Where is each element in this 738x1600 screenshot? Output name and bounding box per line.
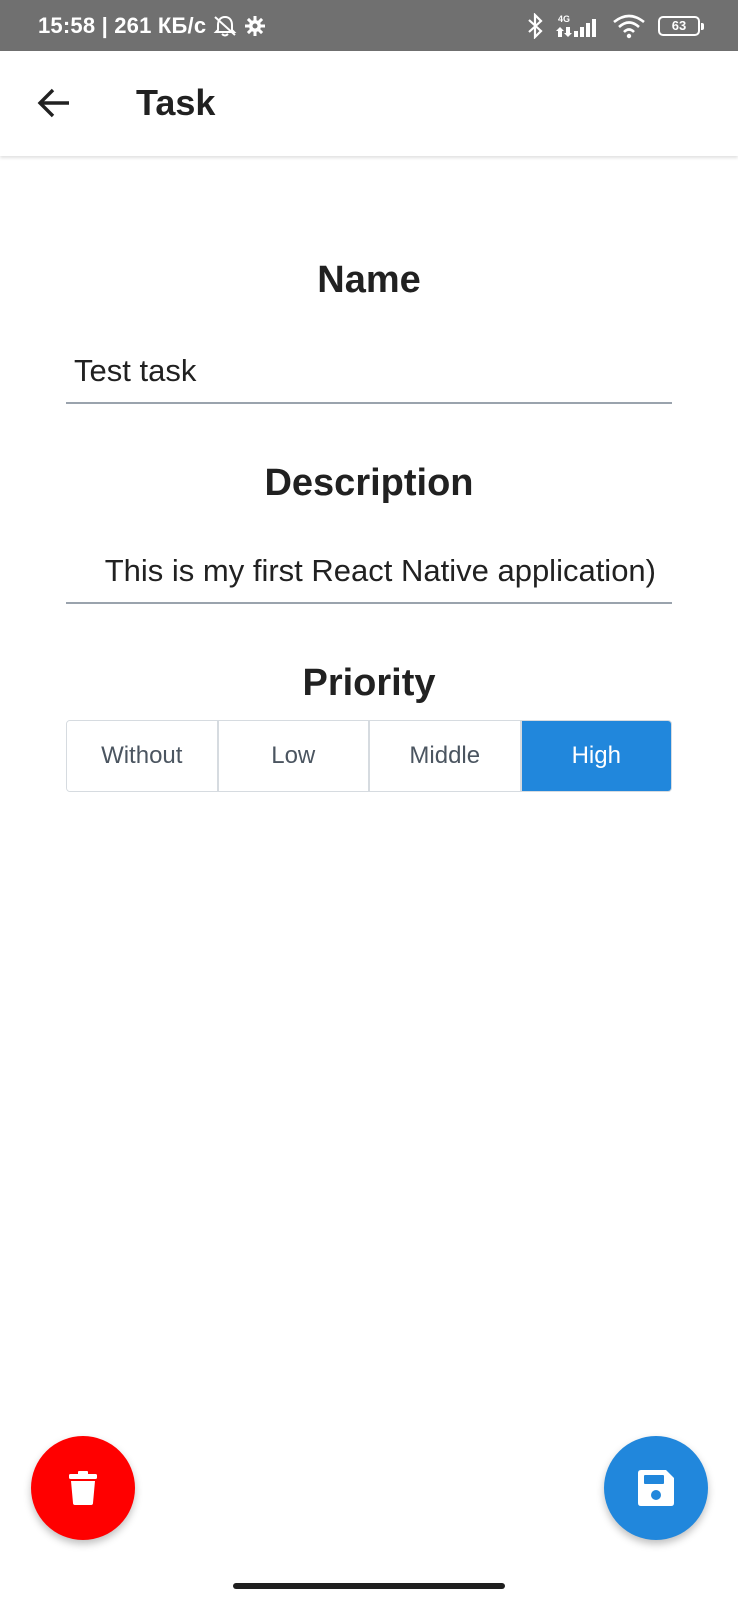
app-bar: Task xyxy=(0,51,738,156)
battery-icon: 63 xyxy=(658,15,704,36)
status-right: 4G 63 xyxy=(526,12,704,39)
status-bar: 15:58 | 261 КБ/с 4G 63 xyxy=(0,0,738,51)
name-label: Name xyxy=(317,259,421,301)
arrow-left-icon xyxy=(37,88,69,118)
priority-label: Priority xyxy=(302,662,436,704)
delete-button[interactable] xyxy=(31,1436,135,1540)
page-title: Task xyxy=(136,82,216,123)
priority-option-low[interactable]: Low xyxy=(218,721,370,791)
name-input[interactable] xyxy=(66,340,672,404)
home-indicator xyxy=(233,1583,505,1589)
silent-alarm-icon xyxy=(212,14,238,38)
trash-icon xyxy=(69,1471,97,1505)
gear-icon xyxy=(244,15,266,37)
network-label: 4G xyxy=(558,14,570,24)
battery-level: 63 xyxy=(671,18,687,33)
status-time-speed: 15:58 | 261 КБ/с xyxy=(38,12,207,38)
priority-selector: Without Low Middle High xyxy=(66,720,672,792)
description-label: Description xyxy=(264,462,474,504)
signal-icon: 4G xyxy=(556,13,600,39)
task-screen: 15:58 | 261 КБ/с 4G 63 Task Name Test ta… xyxy=(0,0,738,1600)
description-input[interactable] xyxy=(66,540,672,604)
bluetooth-icon xyxy=(526,12,544,39)
status-left: 15:58 | 261 КБ/с xyxy=(38,13,266,39)
floppy-disk-icon xyxy=(638,1470,674,1506)
save-button[interactable] xyxy=(604,1436,708,1540)
priority-option-high[interactable]: High xyxy=(521,721,671,791)
wifi-icon xyxy=(612,13,646,39)
priority-option-without[interactable]: Without xyxy=(67,721,219,791)
back-button[interactable] xyxy=(34,83,74,123)
priority-option-middle[interactable]: Middle xyxy=(370,721,522,791)
